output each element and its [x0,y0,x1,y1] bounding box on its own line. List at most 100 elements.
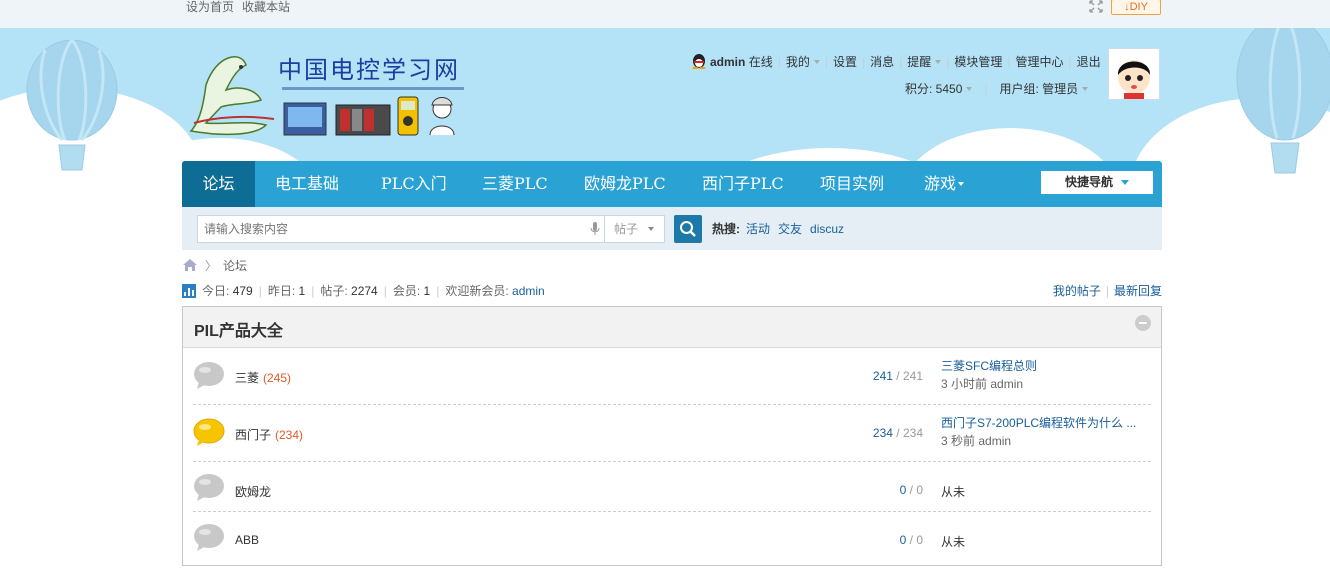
last-post-never: 从未 [941,535,966,549]
quick-nav-button[interactable]: 快捷导航 [1041,171,1153,194]
last-post-user[interactable]: admin [978,434,1011,448]
forum-today-count: (234) [275,428,304,442]
forum-row: 西门子 (234) 234 / 234 西门子S7-200PLC编程软件为什么 .… [193,405,1151,462]
forum-name-text[interactable]: 西门子 [235,428,271,442]
home-icon[interactable] [182,259,198,271]
search-input[interactable] [197,215,605,243]
yesterday-label: 昨日: [267,284,296,298]
microphone-icon[interactable] [590,222,600,236]
members-label: 会员: [392,284,421,298]
posts-count: 2274 [351,284,378,298]
nav-item-mitsubishi-plc[interactable]: 三菱PLC [482,161,548,207]
points-menu[interactable]: 积分: 5450 [905,82,962,96]
category-title[interactable]: PIL产品大全 [194,317,283,341]
forum-name-text[interactable]: 欧姆龙 [235,485,271,499]
last-post-title[interactable]: 三菱SFC编程总则 [941,357,1037,375]
admin-center-link[interactable]: 管理中心 [1016,55,1064,69]
last-post-time: 3 小时前 [941,377,988,391]
bookmark-link[interactable]: 收藏本站 [242,0,290,14]
notices-menu[interactable]: 提醒 [907,55,931,69]
chevron-down-icon [1082,87,1089,91]
hot-search-item[interactable]: discuz [810,222,844,236]
top-links: 设为首页 收藏本站 [186,0,298,14]
settings-link[interactable]: 设置 [833,55,857,69]
nav-item-games[interactable]: 游戏 [924,161,965,207]
forum-status-bubble-icon [194,362,224,389]
post-count: 241 [902,369,923,383]
forum-counts: 0 / 0 [900,483,923,497]
last-post-never: 从未 [941,485,966,499]
post-count: 0 [916,533,923,547]
today-label: 今日: [202,284,230,298]
chevron-down-icon [648,227,654,231]
forum-name[interactable]: 欧姆龙 [235,483,271,500]
diy-button[interactable]: ↓DIY [1111,0,1161,15]
module-management-link[interactable]: 模块管理 [954,55,1002,69]
username-link[interactable]: admin [710,55,745,69]
my-posts-link[interactable]: 我的帖子 [1053,284,1101,298]
nav-item-forum[interactable]: 论坛 [182,161,255,207]
nav-item-project-examples[interactable]: 项目实例 [820,161,884,207]
count-separator: / [896,369,900,383]
user-group-menu[interactable]: 用户组: 管理员 [1000,82,1079,96]
forum-name[interactable]: 西门子 (234) [235,426,303,443]
search-type-select[interactable]: 帖子 [605,215,665,243]
forum-name-text[interactable]: ABB [235,533,259,547]
hot-search-item[interactable]: 活动 [746,222,770,236]
nav-item-omron-plc[interactable]: 欧姆龙PLC [584,161,666,207]
online-status[interactable]: 在线 [749,55,773,69]
hot-search-label: 热搜: [712,222,740,236]
balloon-icon [26,40,118,171]
nav-item-siemens-plc[interactable]: 西门子PLC [702,161,784,207]
forum-name-text[interactable]: 三菱 [235,371,259,385]
forum-name[interactable]: 三菱 (245) [235,369,291,386]
newest-member-label: 欢迎新会员: [445,284,509,298]
forum-counts: 0 / 0 [900,533,923,547]
top-bar: 设为首页 收藏本站 ↓DIY [0,0,1330,28]
search-icon [680,221,696,237]
thread-count: 241 [872,369,893,383]
last-post: 从未 [941,483,965,500]
forum-status-bubble-new-icon [193,418,225,446]
breadcrumb-current[interactable]: 论坛 [223,259,247,273]
chevron-down-icon [1121,180,1129,185]
count-separator: / [909,533,913,547]
chevron-down-icon [935,60,942,64]
newest-member-link[interactable]: admin [512,284,545,298]
posts-label: 帖子: [320,284,348,298]
forum-counts: 241 / 241 [873,369,923,383]
breadcrumb-separator-icon: 〉 [205,259,218,273]
quick-links: 我的帖子 | 最新回复 [1052,284,1162,298]
fullscreen-icon[interactable] [1089,0,1103,13]
category-header: PIL产品大全 [183,307,1161,348]
forum-stats: 今日: 479 | 昨日: 1 | 帖子: 2274 | 会员: 1 | 欢迎新会员: admi… [182,283,545,299]
latest-replies-link[interactable]: 最新回复 [1114,284,1162,298]
last-post-user[interactable]: admin [990,377,1023,391]
nav-item-electrical-basics[interactable]: 电工基础 [275,161,339,207]
thread-count: 0 [899,533,907,547]
avatar[interactable] [1108,48,1160,100]
post-count: 0 [916,483,923,497]
nav-item-plc-intro[interactable]: PLC入门 [381,161,447,207]
search-button[interactable] [674,215,702,243]
my-menu[interactable]: 我的 [786,55,810,69]
breadcrumb: 〉论坛 [182,258,247,274]
quick-nav-label: 快捷导航 [1064,175,1113,189]
hot-search-item[interactable]: 交友 [778,222,802,236]
messages-link[interactable]: 消息 [870,55,894,69]
count-separator: / [896,426,900,440]
collapse-icon[interactable] [1135,315,1151,331]
last-post-title[interactable]: 西门子S7-200PLC编程软件为什么 ... [941,414,1136,432]
user-stats-bar: 积分: 5450 | 用户组: 管理员 [905,80,1089,98]
qq-penguin-icon [692,53,706,70]
forum-category: PIL产品大全 三菱 (245) 241 / 241 三菱SFC编程总则 3 小时… [182,306,1162,566]
main-nav: 论坛 电工基础 PLC入门 三菱PLC 欧姆龙PLC 西门子PLC 项目实例 游… [182,161,1162,207]
post-count: 234 [902,426,923,440]
search-type-value: 帖子 [614,222,639,236]
yesterday-count: 1 [298,284,306,298]
last-post-time: 3 秒前 [941,434,976,448]
forum-name[interactable]: ABB [235,533,259,547]
set-homepage-link[interactable]: 设为首页 [186,0,234,14]
logout-link[interactable]: 退出 [1077,55,1101,69]
forum-row: 欧姆龙 0 / 0 从未 [193,462,1151,512]
